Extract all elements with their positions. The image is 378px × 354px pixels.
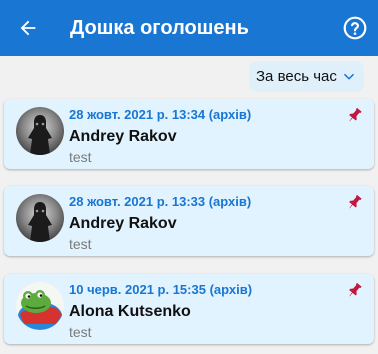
post-card[interactable]: 10 черв. 2021 р. 15:35 (архів) Alona Kut… <box>4 274 374 344</box>
help-circle-icon <box>343 16 367 40</box>
dark-figure-avatar <box>16 107 64 155</box>
avatar <box>16 107 64 155</box>
back-button[interactable] <box>12 12 44 44</box>
period-filter-label: За весь час <box>256 68 337 85</box>
post-date: 28 жовт. 2021 р. 13:34 (архів) <box>69 107 252 122</box>
post-author: Alona Kutsenko <box>69 303 191 320</box>
post-text: test <box>69 149 92 165</box>
pin-icon[interactable] <box>346 106 364 124</box>
pin-icon[interactable] <box>346 193 364 211</box>
post-author: Andrey Rakov <box>69 128 177 145</box>
chevron-down-icon <box>344 73 354 80</box>
page-title: Дошка оголошень <box>70 17 249 39</box>
frog-avatar <box>16 282 64 330</box>
post-card[interactable]: 28 жовт. 2021 р. 13:33 (архів) Andrey Ra… <box>4 186 374 256</box>
avatar <box>16 282 64 330</box>
post-author: Andrey Rakov <box>69 215 177 232</box>
post-text: test <box>69 236 92 252</box>
post-date: 10 черв. 2021 р. 15:35 (архів) <box>69 282 253 297</box>
app-bar: Дошка оголошень <box>0 0 378 56</box>
arrow-back-icon <box>20 20 36 36</box>
period-filter-dropdown[interactable]: За весь час <box>249 61 364 92</box>
avatar <box>16 194 64 242</box>
post-date: 28 жовт. 2021 р. 13:33 (архів) <box>69 194 252 209</box>
pin-icon[interactable] <box>346 281 364 299</box>
dark-figure-avatar <box>16 194 64 242</box>
post-text: test <box>69 324 92 340</box>
post-card[interactable]: 28 жовт. 2021 р. 13:34 (архів) Andrey Ra… <box>4 99 374 169</box>
help-button[interactable] <box>340 13 370 43</box>
